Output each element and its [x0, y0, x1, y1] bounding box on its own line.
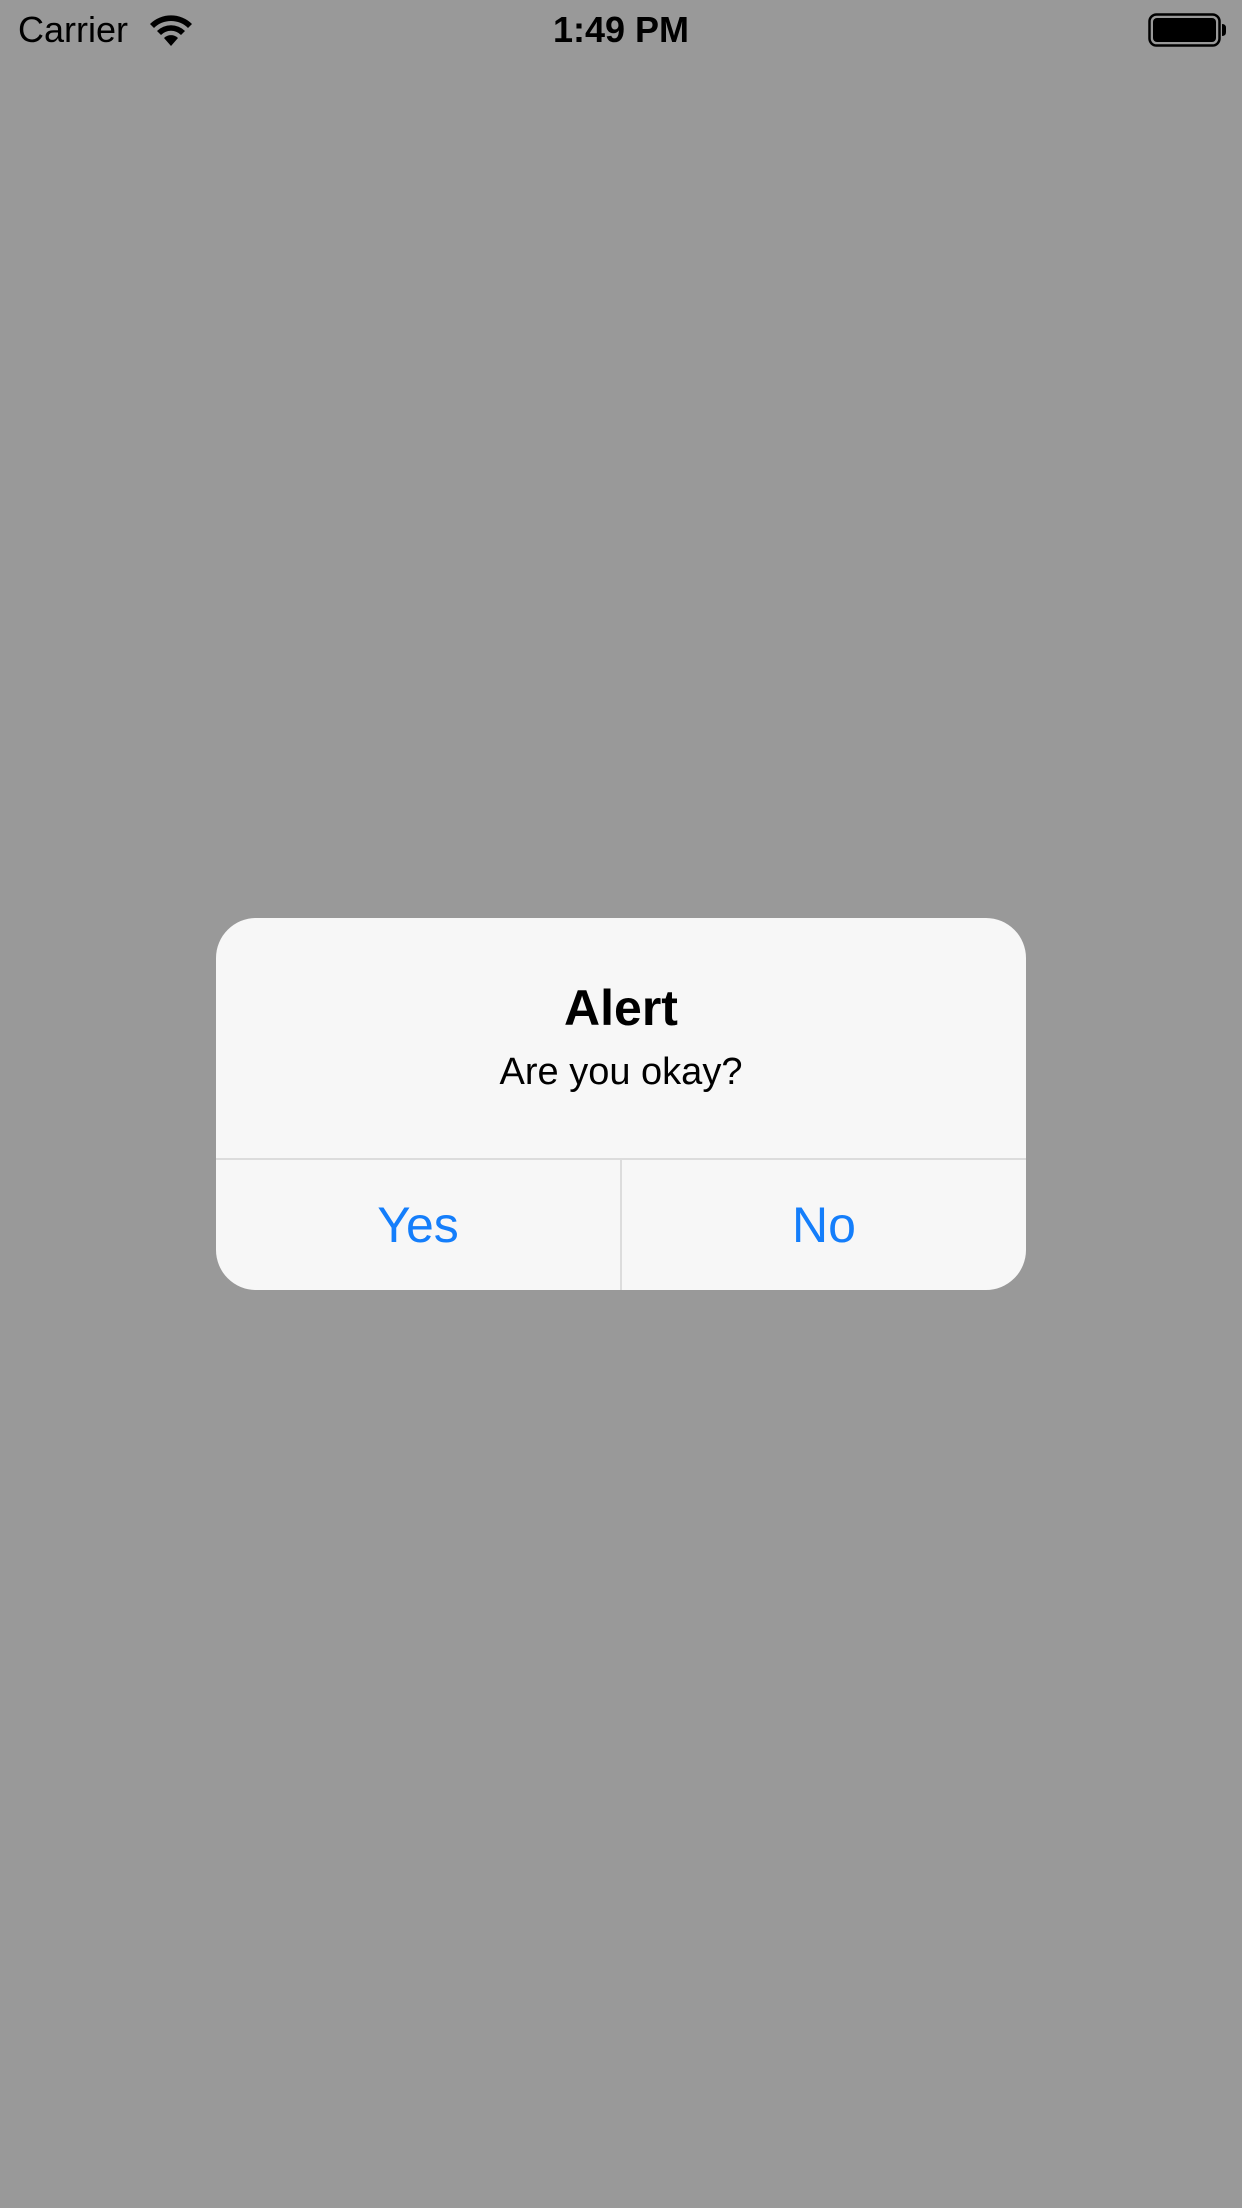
no-button[interactable]: No: [622, 1160, 1026, 1290]
yes-button[interactable]: Yes: [216, 1160, 620, 1290]
screen: Carrier 1:49 PM Alert Are you okay? Yes …: [0, 0, 1242, 2208]
alert-dialog: Alert Are you okay? Yes No: [216, 918, 1026, 1290]
alert-message: Are you okay?: [499, 1051, 743, 1093]
status-time: 1:49 PM: [552, 9, 690, 50]
battery-icon: [1148, 12, 1228, 48]
alert-body: Alert Are you okay?: [216, 918, 1026, 1158]
status-bar: Carrier 1:49 PM: [0, 0, 1242, 60]
alert-title: Alert: [564, 980, 678, 1036]
